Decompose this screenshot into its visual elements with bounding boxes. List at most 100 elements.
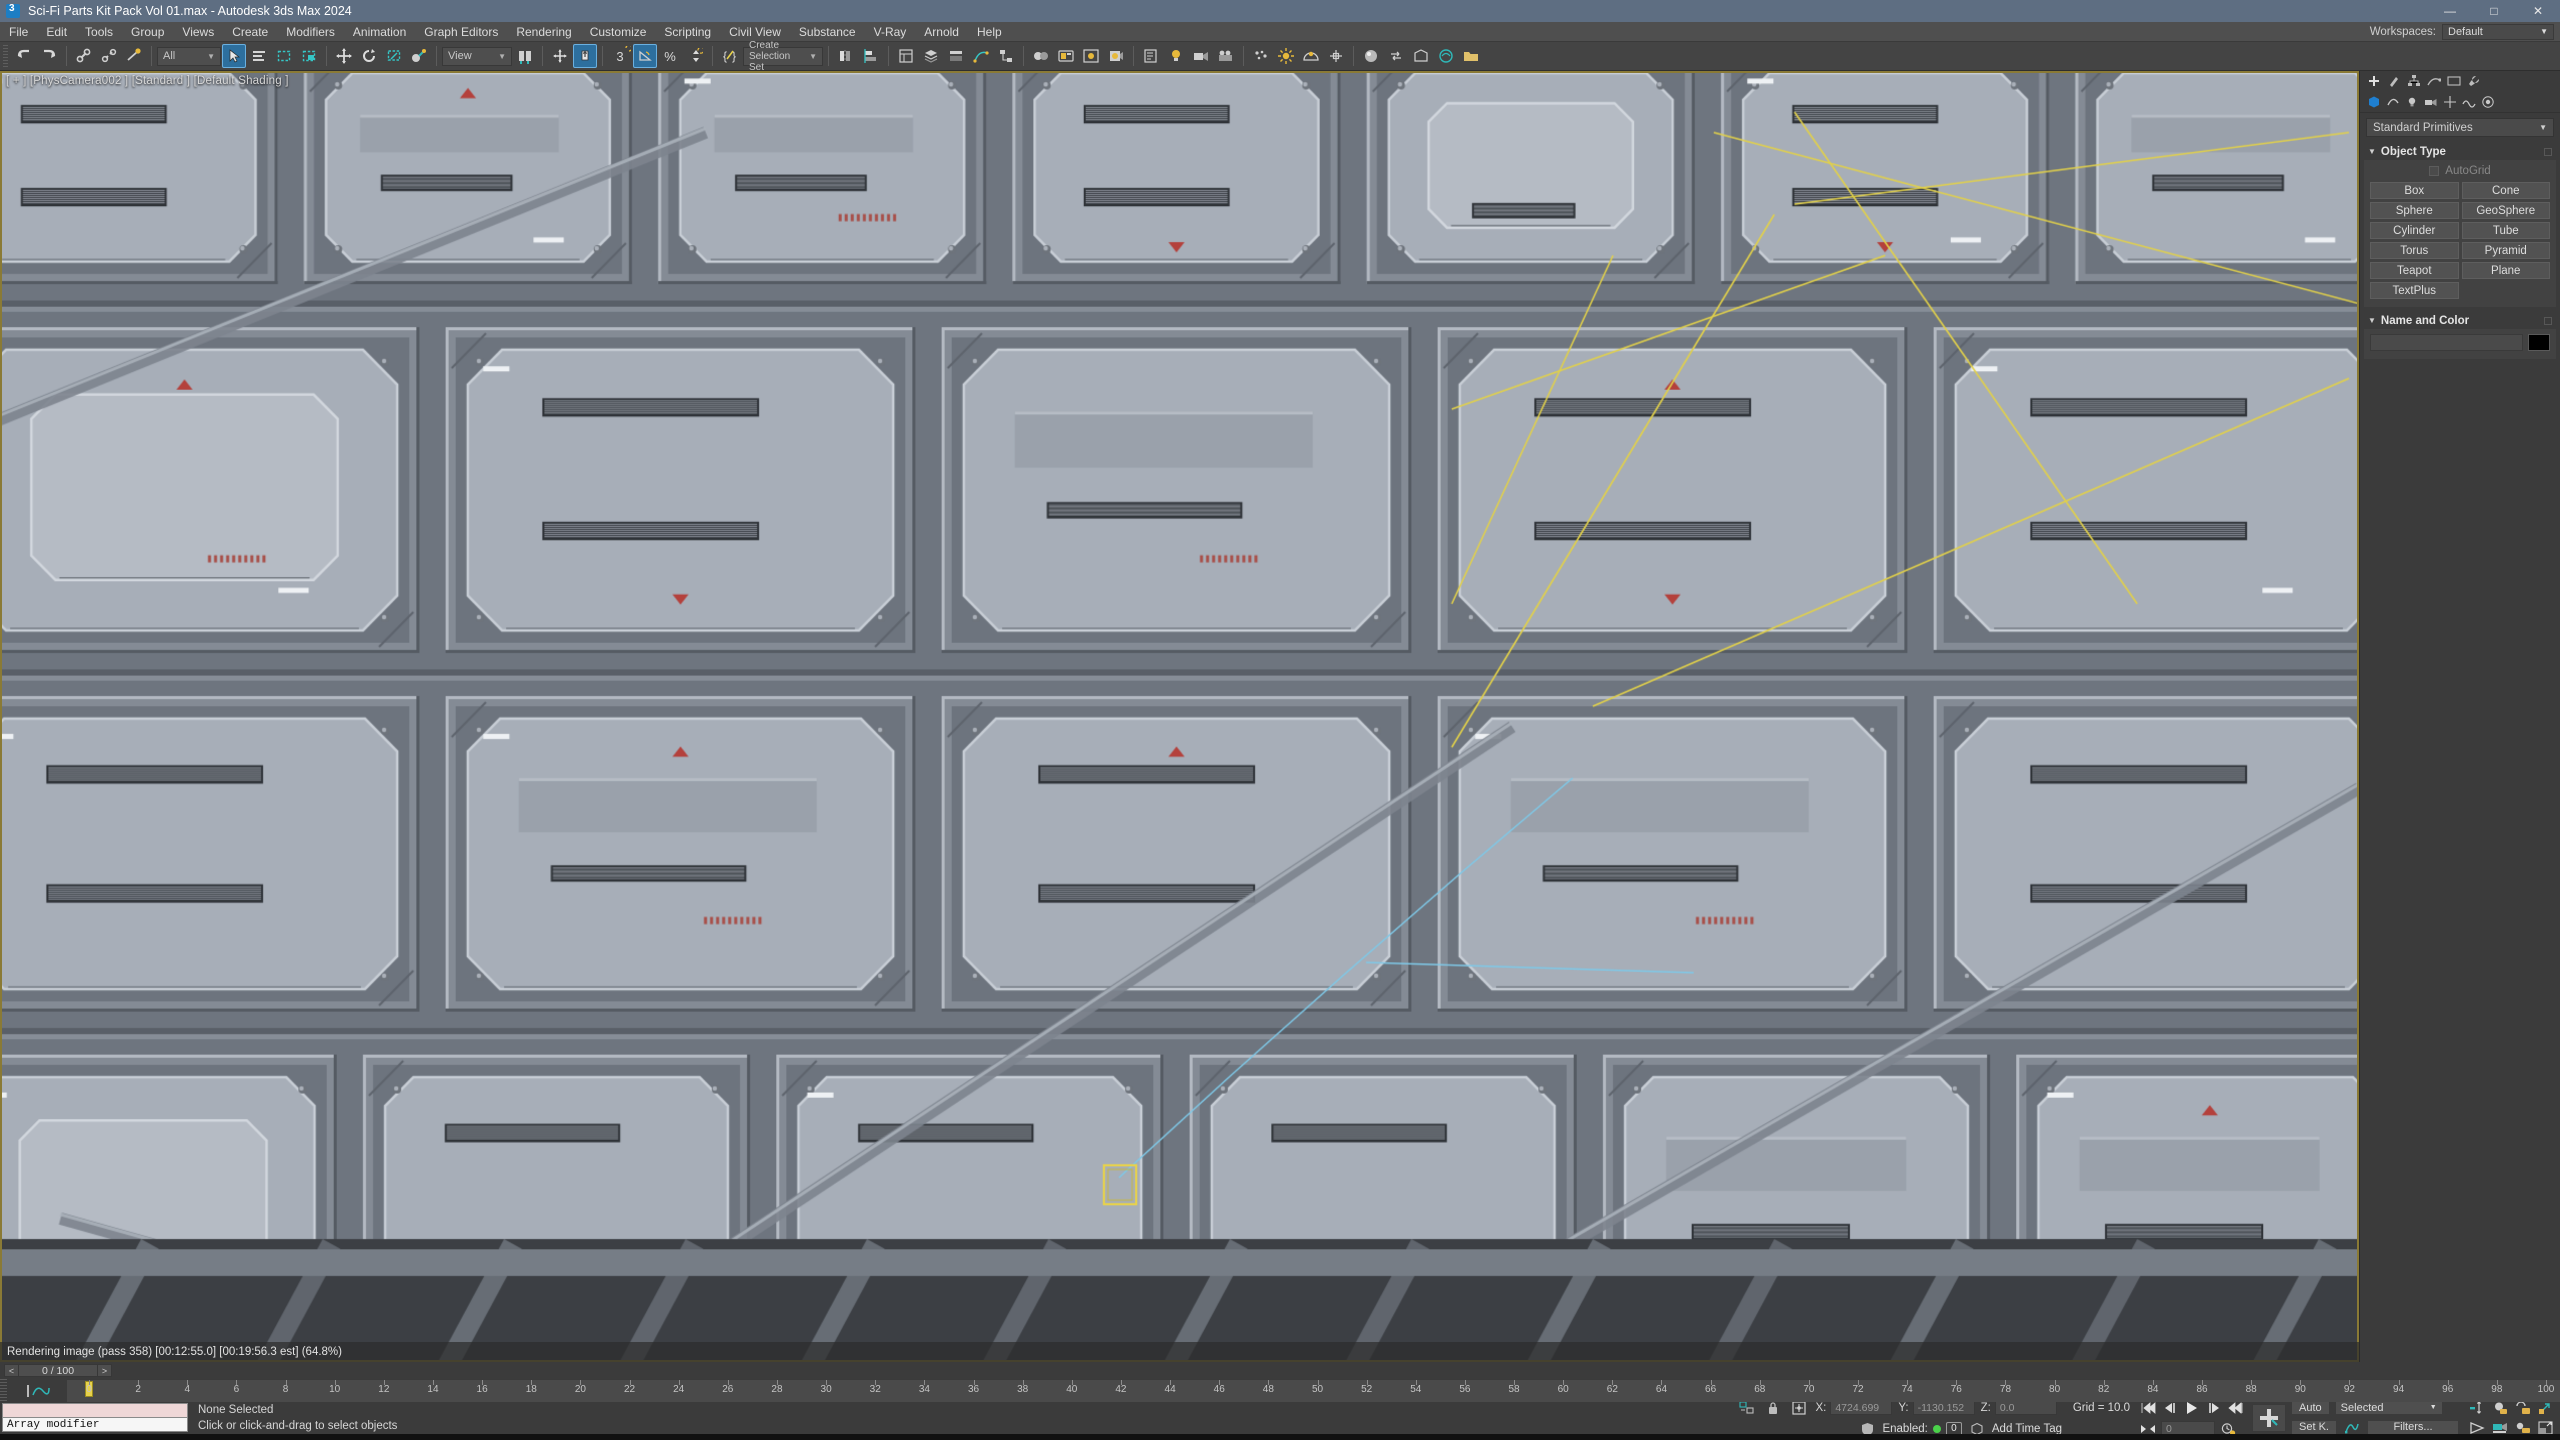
shapes-icon[interactable] bbox=[2384, 93, 2401, 110]
tab-utilities[interactable] bbox=[2465, 73, 2482, 89]
maxscript-input-line[interactable]: Array modifier bbox=[2, 1418, 188, 1432]
tab-hierarchy[interactable] bbox=[2405, 73, 2422, 89]
percent-snap-toggle-icon[interactable]: % bbox=[658, 44, 682, 68]
select-by-name-icon[interactable] bbox=[247, 44, 271, 68]
select-and-rotate-icon[interactable] bbox=[357, 44, 381, 68]
minimize-button[interactable]: — bbox=[2428, 0, 2472, 22]
y-coordinate-field[interactable]: -1130.152 bbox=[1912, 1400, 1975, 1415]
select-object-icon[interactable] bbox=[222, 44, 246, 68]
undo-icon[interactable] bbox=[12, 44, 36, 68]
geometry-icon[interactable] bbox=[2365, 93, 2382, 110]
object-color-swatch[interactable] bbox=[2528, 334, 2550, 351]
material-sphere-icon[interactable] bbox=[1359, 44, 1383, 68]
chamfer-icon[interactable] bbox=[1409, 44, 1433, 68]
workspace-selector[interactable]: Workspaces: Default ▼ bbox=[2370, 23, 2554, 40]
smooth-icon[interactable] bbox=[1434, 44, 1458, 68]
y-coordinate-group[interactable]: Y: -1130.152 bbox=[1898, 1400, 1975, 1415]
key-mode-selection-combo[interactable]: Selected ▼ bbox=[2334, 1400, 2443, 1415]
add-key-button[interactable] bbox=[2252, 1404, 2287, 1432]
object-type-button-torus[interactable]: Torus bbox=[2370, 242, 2459, 259]
object-type-button-textplus[interactable]: TextPlus bbox=[2370, 282, 2459, 299]
angle-snap-toggle-icon[interactable] bbox=[633, 44, 657, 68]
menu-item-civil-view[interactable]: Civil View bbox=[720, 22, 790, 42]
rendered-frame-window-icon[interactable] bbox=[1079, 44, 1103, 68]
close-button[interactable]: ✕ bbox=[2516, 0, 2560, 22]
menu-item-help[interactable]: Help bbox=[968, 22, 1011, 42]
current-frame-readout[interactable]: 0 / 100 bbox=[19, 1364, 97, 1377]
menu-item-arnold[interactable]: Arnold bbox=[915, 22, 968, 42]
rectangular-selection-region-icon[interactable] bbox=[272, 44, 296, 68]
object-name-input[interactable] bbox=[2370, 334, 2523, 351]
viewport-label[interactable]: [ + ] [PhysCamera002 ] [Standard ] [Defa… bbox=[6, 75, 289, 87]
autogrid-checkbox[interactable] bbox=[2429, 166, 2440, 176]
render-setup-icon[interactable] bbox=[1054, 44, 1078, 68]
edit-named-selection-sets-icon[interactable]: {} bbox=[718, 44, 742, 68]
create-camera-icon[interactable] bbox=[1189, 44, 1213, 68]
material-editor-icon[interactable] bbox=[1029, 44, 1053, 68]
maximize-button[interactable]: □ bbox=[2472, 0, 2516, 22]
bind-to-space-warp-icon[interactable] bbox=[122, 44, 146, 68]
systems-icon[interactable] bbox=[2479, 93, 2496, 110]
menu-item-substance[interactable]: Substance bbox=[790, 22, 865, 42]
toggle-scene-explorer-icon[interactable] bbox=[894, 44, 918, 68]
select-and-place-icon[interactable] bbox=[407, 44, 431, 68]
align-icon[interactable] bbox=[859, 44, 883, 68]
viewport-container[interactable]: [ + ] [PhysCamera002 ] [Standard ] [Defa… bbox=[0, 71, 2360, 1362]
toolbar-grip[interactable] bbox=[3, 45, 8, 67]
tab-motion[interactable] bbox=[2425, 73, 2442, 89]
tab-create[interactable] bbox=[2365, 73, 2382, 89]
menu-item-file[interactable]: File bbox=[0, 22, 37, 42]
project-folder-icon[interactable] bbox=[1459, 44, 1483, 68]
object-type-button-geosphere[interactable]: GeoSphere bbox=[2461, 202, 2550, 219]
object-type-button-cylinder[interactable]: Cylinder bbox=[2370, 222, 2459, 239]
named-selection-set-combo[interactable]: Create Selection Set ▼ bbox=[743, 40, 823, 73]
selection-filter-combo[interactable]: All ▼ bbox=[157, 46, 221, 66]
menu-item-views[interactable]: Views bbox=[173, 22, 223, 42]
maxscript-output-line[interactable] bbox=[2, 1403, 188, 1418]
window-crossing-toggle-icon[interactable] bbox=[297, 44, 321, 68]
pin-icon[interactable] bbox=[2544, 316, 2552, 325]
menu-item-customize[interactable]: Customize bbox=[581, 22, 656, 42]
timeline-ruler[interactable]: 0 2 4 6 8 10 12 14 16 18 20 22 24 26 28 30 32 34 36 38 40 42 4… bbox=[67, 1379, 2560, 1402]
open-asset-tracking-icon[interactable] bbox=[1139, 44, 1163, 68]
physical-camera-icon[interactable] bbox=[1214, 44, 1238, 68]
rollout-object-type-header[interactable]: ▼ Object Type bbox=[2364, 143, 2556, 160]
auto-key-button[interactable]: Auto bbox=[2291, 1400, 2330, 1415]
lights-icon[interactable] bbox=[2403, 93, 2420, 110]
next-frame-button[interactable]: > bbox=[97, 1364, 112, 1377]
select-and-link-icon[interactable] bbox=[72, 44, 96, 68]
curve-editor-icon[interactable] bbox=[969, 44, 993, 68]
object-type-button-pyramid[interactable]: Pyramid bbox=[2461, 242, 2550, 259]
menu-item-create[interactable]: Create bbox=[223, 22, 277, 42]
menu-item-modifiers[interactable]: Modifiers bbox=[277, 22, 344, 42]
open-mini-curve-editor-icon[interactable] bbox=[7, 1379, 67, 1402]
tab-modify[interactable] bbox=[2385, 73, 2402, 89]
helper-icon[interactable] bbox=[1324, 44, 1348, 68]
menu-item-v-ray[interactable]: V-Ray bbox=[865, 22, 916, 42]
object-type-button-cone[interactable]: Cone bbox=[2461, 182, 2550, 199]
toggle-ribbon-icon[interactable] bbox=[944, 44, 968, 68]
menu-item-tools[interactable]: Tools bbox=[76, 22, 122, 42]
render-production-icon[interactable] bbox=[1104, 44, 1128, 68]
toggle-layer-explorer-icon[interactable] bbox=[919, 44, 943, 68]
reference-coordinate-system-combo[interactable]: View ▼ bbox=[442, 46, 512, 66]
schematic-view-icon[interactable] bbox=[994, 44, 1018, 68]
menu-item-rendering[interactable]: Rendering bbox=[507, 22, 580, 42]
z-coordinate-group[interactable]: Z: 0.0 bbox=[1981, 1400, 2057, 1415]
add-time-tag-label[interactable]: Add Time Tag bbox=[1992, 1423, 2062, 1435]
unlink-selection-icon[interactable] bbox=[97, 44, 121, 68]
sunlight-icon[interactable] bbox=[1274, 44, 1298, 68]
tab-display[interactable] bbox=[2445, 73, 2462, 89]
object-type-button-tube[interactable]: Tube bbox=[2461, 222, 2550, 239]
select-and-move-icon[interactable] bbox=[332, 44, 356, 68]
menu-item-animation[interactable]: Animation bbox=[344, 22, 415, 42]
rollout-name-and-color-header[interactable]: ▼ Name and Color bbox=[2364, 312, 2556, 329]
space-warps-icon[interactable] bbox=[2460, 93, 2477, 110]
menu-item-scripting[interactable]: Scripting bbox=[655, 22, 720, 42]
x-coordinate-field[interactable]: 4724.699 bbox=[1830, 1400, 1893, 1415]
key-filters-button[interactable]: Filters... bbox=[2367, 1419, 2459, 1435]
set-key-button[interactable]: Set K. bbox=[2291, 1419, 2337, 1435]
scene-converter-icon[interactable] bbox=[1384, 44, 1408, 68]
previous-frame-button[interactable]: < bbox=[4, 1364, 19, 1377]
menu-item-group[interactable]: Group bbox=[122, 22, 173, 42]
